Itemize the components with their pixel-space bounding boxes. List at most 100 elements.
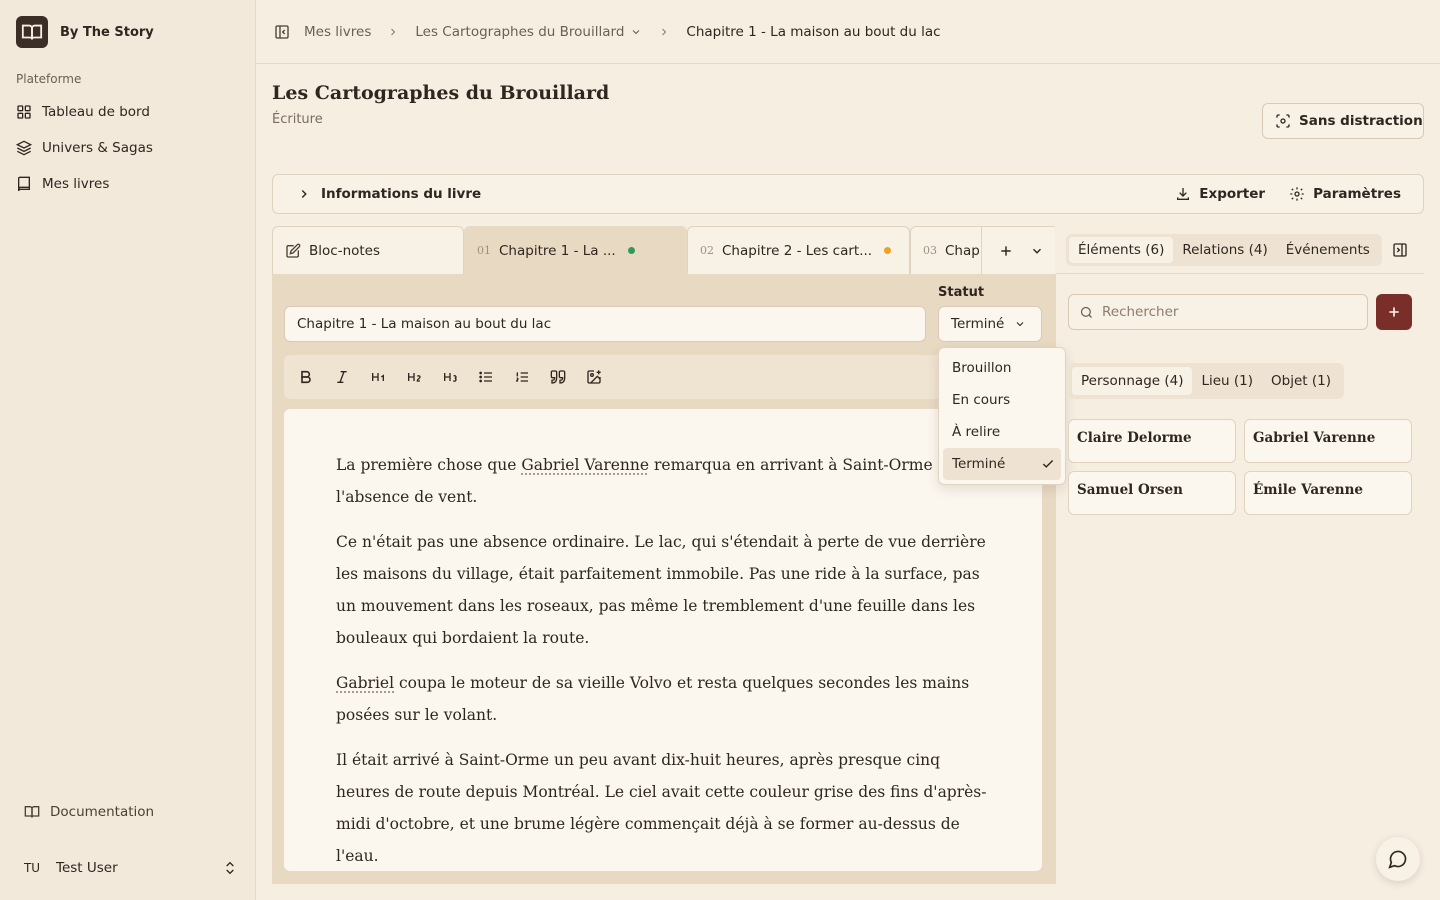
sidebar: By The Story Plateforme Tableau de bord … [0, 0, 256, 900]
focus-mode-button[interactable]: Sans distraction [1262, 103, 1424, 139]
sidebar-item-my-books[interactable]: Mes livres [8, 166, 248, 202]
export-button[interactable]: Exporter [1175, 186, 1265, 202]
quote-icon[interactable] [550, 369, 566, 385]
tab-chapter-number: 03 [923, 244, 937, 257]
bullet-list-icon[interactable] [478, 369, 494, 385]
tabs-overflow-chevron-down-icon[interactable] [1030, 244, 1044, 258]
add-element-button[interactable] [1376, 294, 1412, 330]
status-select[interactable]: Terminé [938, 306, 1042, 342]
search-input[interactable]: Rechercher [1068, 294, 1368, 330]
bold-icon[interactable] [298, 369, 314, 385]
chapter-title-input[interactable]: Chapitre 1 - La maison au bout du lac [284, 306, 926, 342]
character-mention[interactable]: Gabriel Varenne [521, 456, 649, 474]
status-dot-in-progress [884, 247, 892, 254]
avatar: TU [23, 861, 41, 875]
breadcrumb-my-books[interactable]: Mes livres [304, 24, 371, 40]
breadcrumb-book-label: Les Cartographes du Brouillard [415, 23, 625, 40]
chevron-right-icon [658, 26, 670, 38]
filter-places[interactable]: Lieu (1) [1192, 367, 1262, 395]
tab-relations[interactable]: Relations (4) [1173, 237, 1276, 263]
check-icon [1041, 457, 1055, 471]
book-info-toggle[interactable]: Informations du livre [273, 186, 481, 202]
tab-events[interactable]: Événements [1277, 237, 1379, 263]
panel-collapse-icon[interactable] [1392, 242, 1408, 258]
italic-icon[interactable] [334, 369, 350, 385]
tab-chapter-number: 02 [700, 244, 714, 257]
tab-chapter-label: Chapitre 2 - Les cart... [722, 242, 873, 259]
chat-button[interactable] [1376, 837, 1420, 881]
image-plus-icon[interactable] [586, 369, 602, 385]
tab-tools [982, 226, 1055, 274]
sidebar-item-label: Tableau de bord [42, 104, 150, 120]
paragraph: Ce n'était pas une absence ordinaire. Le… [336, 526, 990, 654]
status-label: Statut [938, 285, 985, 300]
scan-focus-icon [1275, 113, 1291, 129]
sidebar-toggle-icon[interactable] [274, 24, 290, 40]
layers-icon [16, 140, 32, 156]
settings-button[interactable]: Paramètres [1289, 186, 1401, 202]
character-mention[interactable]: Gabriel [336, 674, 394, 692]
tab-notes[interactable]: Bloc-notes [272, 226, 464, 274]
panel-tabs: Éléments (6) Relations (4) Événements [1066, 234, 1382, 266]
status-dot-done [627, 247, 635, 254]
character-card[interactable]: Claire Delorme [1068, 419, 1236, 463]
focus-mode-label: Sans distraction [1299, 113, 1423, 129]
filter-objects[interactable]: Objet (1) [1262, 367, 1340, 395]
tab-chapter-2[interactable]: 02 Chapitre 2 - Les cart... [687, 226, 910, 274]
sidebar-item-dashboard[interactable]: Tableau de bord [8, 94, 248, 130]
sidebar-nav: Tableau de bord Univers & Sagas Mes livr… [8, 94, 248, 202]
tab-chapter-number: 01 [477, 244, 491, 257]
manuscript-editor[interactable]: La première chose que Gabriel Varenne re… [284, 409, 1042, 871]
status-option-done[interactable]: Terminé [943, 448, 1061, 480]
filter-characters[interactable]: Personnage (4) [1072, 367, 1193, 395]
paragraph: La première chose que Gabriel Varenne re… [336, 449, 990, 513]
tab-chapter-1[interactable]: 01 Chapitre 1 - La ... [464, 226, 687, 274]
plus-icon [1386, 304, 1402, 320]
tab-elements[interactable]: Éléments (6) [1069, 237, 1174, 263]
search-placeholder: Rechercher [1102, 304, 1179, 320]
grid-icon [16, 104, 32, 120]
breadcrumb-book[interactable]: Les Cartographes du Brouillard [415, 24, 642, 40]
user-menu[interactable]: TU Test User [16, 848, 240, 888]
brand[interactable]: By The Story [16, 16, 154, 48]
heading-1-icon[interactable] [370, 369, 386, 385]
status-option-in-progress[interactable]: En cours [943, 384, 1061, 416]
heading-2-icon[interactable] [406, 369, 422, 385]
paragraph: Il était arrivé à Saint-Orme un peu avan… [336, 744, 990, 871]
status-dropdown-menu: Brouillon En cours À relire Terminé [938, 347, 1066, 485]
element-cards: Claire Delorme Gabriel Varenne Samuel Or… [1068, 419, 1412, 515]
status-option-review[interactable]: À relire [943, 416, 1061, 448]
book-logo-icon [16, 16, 48, 48]
tab-chapter-label: Chap [945, 242, 980, 259]
tab-notes-label: Bloc-notes [309, 242, 381, 259]
character-card[interactable]: Émile Varenne [1244, 471, 1412, 515]
panel-divider [1056, 273, 1424, 274]
chevron-down-icon [630, 26, 642, 38]
heading-3-icon[interactable] [442, 369, 458, 385]
page-subtitle: Écriture [272, 112, 323, 127]
breadcrumb: Mes livres Les Cartographes du Brouillar… [304, 24, 941, 40]
book-icon [16, 176, 32, 192]
add-chapter-plus-icon[interactable] [998, 243, 1014, 259]
character-card[interactable]: Samuel Orsen [1068, 471, 1236, 515]
character-card[interactable]: Gabriel Varenne [1244, 419, 1412, 463]
element-type-filters: Personnage (4) Lieu (1) Objet (1) [1068, 363, 1345, 399]
export-label: Exporter [1199, 186, 1266, 202]
settings-label: Paramètres [1313, 186, 1401, 202]
chevrons-up-down-icon [222, 860, 238, 876]
book-open-icon [24, 804, 40, 820]
sidebar-item-label: Univers & Sagas [42, 140, 153, 156]
status-option-draft[interactable]: Brouillon [943, 352, 1061, 384]
book-info-label: Informations du livre [321, 186, 482, 202]
sidebar-item-universes[interactable]: Univers & Sagas [8, 130, 248, 166]
brand-name: By The Story [60, 24, 154, 40]
documentation-link[interactable]: Documentation [16, 794, 240, 830]
numbered-list-icon[interactable] [514, 369, 530, 385]
status-option-label: Terminé [952, 456, 1006, 472]
chevron-down-icon [1014, 318, 1026, 330]
tab-chapter-3[interactable]: 03 Chap [910, 226, 982, 274]
book-info-bar: Informations du livre Exporter Paramètre… [272, 174, 1424, 214]
paragraph-text: coupa le moteur de sa vieille Volvo et r… [336, 674, 970, 724]
message-circle-icon [1388, 849, 1408, 869]
page-title: Les Cartographes du Brouillard [272, 82, 610, 104]
